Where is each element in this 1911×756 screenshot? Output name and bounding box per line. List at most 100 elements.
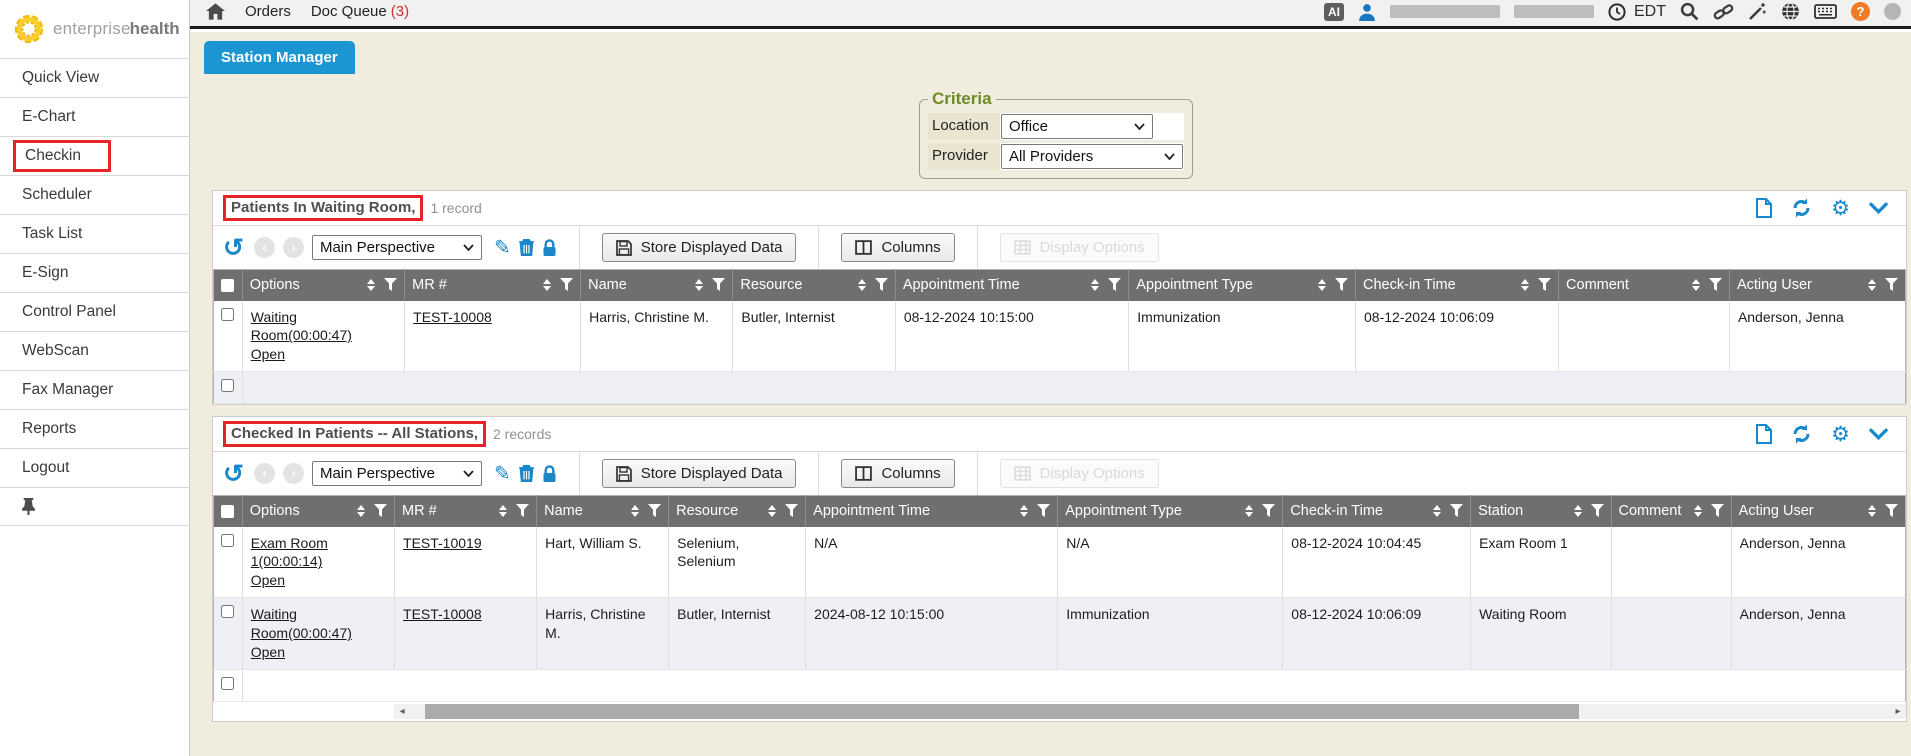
sort-icon[interactable]	[499, 505, 507, 517]
sort-icon[interactable]	[695, 279, 703, 291]
sidebar-item-reports[interactable]: Reports	[0, 409, 189, 448]
home-icon[interactable]	[206, 3, 225, 20]
delete-perspective-icon[interactable]	[519, 239, 534, 256]
select-all-header[interactable]	[214, 496, 243, 527]
column-header-mr[interactable]: MR #	[405, 270, 581, 301]
filter-icon[interactable]	[1262, 504, 1275, 518]
column-header-appointment-type[interactable]: Appointment Type	[1129, 270, 1356, 301]
sidebar-item-webscan[interactable]: WebScan	[0, 331, 189, 370]
filter-icon[interactable]	[1709, 278, 1722, 292]
collapse-chevron-icon[interactable]	[1869, 202, 1888, 214]
filter-icon[interactable]	[374, 504, 387, 518]
filter-icon[interactable]	[875, 278, 888, 292]
sort-icon[interactable]	[1091, 279, 1099, 291]
gear-icon[interactable]: ⚙	[1831, 424, 1850, 445]
reset-perspective-icon[interactable]: ↺	[223, 464, 244, 484]
lock-perspective-icon[interactable]	[542, 465, 557, 483]
sidebar-item-quick-view[interactable]: Quick View	[0, 58, 189, 97]
link-icon[interactable]	[1713, 3, 1734, 21]
globe-icon[interactable]	[1781, 2, 1800, 21]
row-checkbox[interactable]	[221, 534, 234, 547]
filter-icon[interactable]	[1538, 278, 1551, 292]
scroll-left-button[interactable]: ◂	[394, 704, 410, 719]
sort-icon[interactable]	[543, 279, 551, 291]
mr-number-link[interactable]: TEST-10019	[403, 534, 482, 553]
sort-icon[interactable]	[858, 279, 866, 291]
column-header-acting-user[interactable]: Acting User	[1729, 270, 1905, 301]
perspective-select[interactable]: Main Perspective	[312, 235, 482, 260]
tab-station-manager[interactable]: Station Manager	[204, 41, 355, 74]
provider-select[interactable]: All Providers	[1001, 144, 1183, 169]
filter-icon[interactable]	[384, 278, 397, 292]
filter-icon[interactable]	[1335, 278, 1348, 292]
sidebar-item-fax-manager[interactable]: Fax Manager	[0, 370, 189, 409]
mr-number-link[interactable]: TEST-10008	[413, 308, 492, 327]
sidebar-pin-toggle[interactable]	[0, 487, 189, 526]
filter-icon[interactable]	[560, 278, 573, 292]
new-document-icon[interactable]	[1756, 198, 1772, 218]
sort-icon[interactable]	[768, 505, 776, 517]
next-perspective-button[interactable]: ›	[283, 237, 304, 258]
new-document-icon[interactable]	[1756, 424, 1772, 444]
column-header-acting-user[interactable]: Acting User	[1731, 496, 1905, 527]
filter-icon[interactable]	[648, 504, 661, 518]
column-header-options[interactable]: Options	[242, 496, 394, 527]
column-header-options[interactable]: Options	[242, 270, 404, 301]
filter-icon[interactable]	[1885, 278, 1898, 292]
scroll-right-button[interactable]: ▸	[1890, 704, 1906, 719]
filter-icon[interactable]	[1037, 504, 1050, 518]
help-icon[interactable]: ?	[1851, 2, 1870, 21]
filter-icon[interactable]	[1711, 504, 1724, 518]
open-link[interactable]: Open	[251, 643, 285, 662]
station-status-link[interactable]: Exam Room 1(00:00:14)	[251, 534, 386, 572]
magic-wand-icon[interactable]	[1748, 2, 1767, 21]
select-all-checkbox[interactable]	[221, 279, 234, 292]
avatar-placeholder[interactable]	[1884, 3, 1901, 20]
column-header-name[interactable]: Name	[581, 270, 733, 301]
column-header-checkin-time[interactable]: Check-in Time	[1356, 270, 1559, 301]
store-displayed-data-button[interactable]: Store Displayed Data	[602, 459, 797, 488]
column-header-appointment-type[interactable]: Appointment Type	[1058, 496, 1283, 527]
filter-icon[interactable]	[1108, 278, 1121, 292]
mr-number-link[interactable]: TEST-10008	[403, 605, 482, 624]
reset-perspective-icon[interactable]: ↺	[223, 238, 244, 258]
filter-icon[interactable]	[1591, 504, 1604, 518]
open-link[interactable]: Open	[251, 571, 285, 590]
column-header-comment[interactable]: Comment	[1559, 270, 1730, 301]
station-status-link[interactable]: Waiting Room(00:00:47)	[251, 308, 396, 346]
horizontal-scrollbar[interactable]: ◂ ▸	[394, 704, 1906, 719]
edit-perspective-icon[interactable]: ✎	[494, 238, 511, 258]
column-header-resource[interactable]: Resource	[669, 496, 806, 527]
menu-doc-queue[interactable]: Doc Queue(3)	[311, 3, 409, 20]
columns-button[interactable]: Columns	[841, 459, 954, 488]
delete-perspective-icon[interactable]	[519, 465, 534, 482]
next-perspective-button[interactable]: ›	[283, 463, 304, 484]
column-header-mr[interactable]: MR #	[395, 496, 537, 527]
sort-icon[interactable]	[1521, 279, 1529, 291]
sort-icon[interactable]	[1868, 505, 1876, 517]
station-status-link[interactable]: Waiting Room(00:00:47)	[251, 605, 386, 643]
select-all-header[interactable]	[214, 270, 243, 301]
sidebar-item-e-sign[interactable]: E-Sign	[0, 253, 189, 292]
menu-orders[interactable]: Orders	[245, 3, 291, 20]
row-checkbox[interactable]	[221, 379, 234, 392]
store-displayed-data-button[interactable]: Store Displayed Data	[602, 233, 797, 262]
column-header-checkin-time[interactable]: Check-in Time	[1283, 496, 1471, 527]
refresh-icon[interactable]	[1791, 198, 1812, 218]
sort-icon[interactable]	[1694, 505, 1702, 517]
sort-icon[interactable]	[357, 505, 365, 517]
filter-icon[interactable]	[1450, 504, 1463, 518]
select-all-checkbox[interactable]	[221, 505, 234, 518]
prev-perspective-button[interactable]: ‹	[254, 463, 275, 484]
sort-icon[interactable]	[1868, 279, 1876, 291]
lock-perspective-icon[interactable]	[542, 239, 557, 257]
column-header-comment[interactable]: Comment	[1611, 496, 1731, 527]
edit-perspective-icon[interactable]: ✎	[494, 464, 511, 484]
keyboard-icon[interactable]	[1814, 4, 1837, 19]
location-select[interactable]: Office	[1001, 114, 1153, 139]
sidebar-item-e-chart[interactable]: E-Chart	[0, 97, 189, 136]
clock-icon[interactable]	[1608, 3, 1626, 21]
column-header-appointment-time[interactable]: Appointment Time	[806, 496, 1058, 527]
column-header-name[interactable]: Name	[537, 496, 669, 527]
row-checkbox[interactable]	[221, 605, 234, 618]
